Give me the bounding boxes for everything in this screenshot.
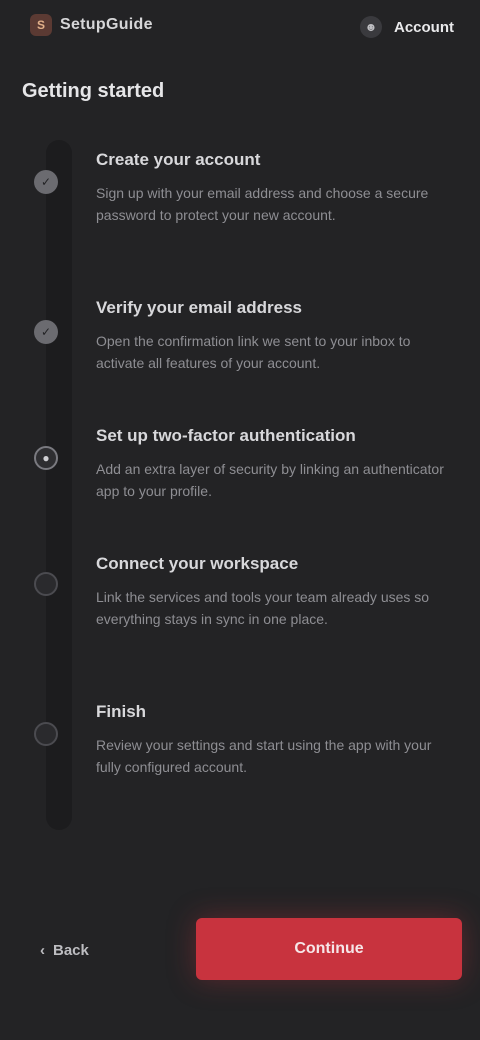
step-description: Add an extra layer of security by linkin… — [96, 461, 444, 499]
step-title: Verify your email address — [96, 298, 302, 317]
step-description: Sign up with your email address and choo… — [96, 185, 429, 223]
app-name: SetupGuide — [60, 16, 153, 33]
step-description: Open the confirmation link we sent to yo… — [96, 333, 411, 371]
onboarding-screen: S SetupGuide ☻ Account Getting started ✓… — [0, 0, 480, 1040]
step-title: Connect your workspace — [96, 554, 299, 573]
circle-icon — [34, 572, 58, 596]
step-description: Link the services and tools your team al… — [96, 589, 430, 627]
account-name: Account — [394, 18, 454, 36]
top-bar: S SetupGuide ☻ Account — [0, 0, 480, 64]
check-icon: ✓ — [34, 170, 58, 194]
dot-icon: ● — [34, 446, 58, 470]
circle-icon — [34, 722, 58, 746]
step-title: Set up two-factor authentication — [96, 426, 356, 445]
back-button-label: Back — [53, 941, 89, 959]
continue-button[interactable]: Continue — [196, 918, 462, 980]
chevron-left-icon: ‹ — [40, 941, 45, 959]
step-title: Create your account — [96, 150, 261, 169]
page-title: Getting started — [22, 80, 165, 102]
user-icon: ☻ — [360, 16, 382, 38]
back-button[interactable]: ‹ Back — [28, 930, 101, 970]
logo-mark-icon: S — [30, 14, 52, 36]
app-logo[interactable]: S SetupGuide — [30, 14, 153, 36]
check-icon: ✓ — [34, 320, 58, 344]
step-title: Finish — [96, 702, 147, 721]
step-description: Review your settings and start using the… — [96, 737, 432, 775]
account-menu[interactable]: ☻ Account — [360, 16, 454, 38]
